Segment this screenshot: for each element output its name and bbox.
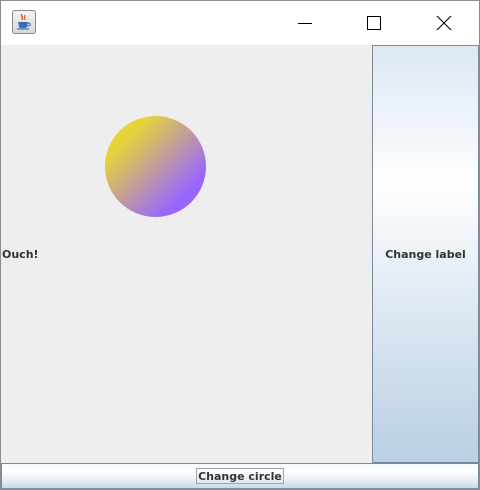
change-circle-button-text: Change circle <box>196 468 284 484</box>
gradient-circle <box>105 116 206 217</box>
minimize-icon <box>298 23 312 24</box>
change-label-button-text: Change label <box>385 247 466 261</box>
change-label-button[interactable]: Change label <box>372 45 479 463</box>
drawing-canvas[interactable]: Ouch! <box>1 45 372 463</box>
maximize-icon <box>367 16 381 30</box>
content-pane: Ouch! Change label Change circle <box>1 45 479 489</box>
title-bar[interactable] <box>1 1 479 45</box>
minimize-button[interactable] <box>282 1 328 45</box>
maximize-button[interactable] <box>351 1 397 45</box>
java-coffee-cup-icon[interactable] <box>12 10 36 34</box>
app-window: Ouch! Change label Change circle <box>0 0 480 490</box>
change-circle-button[interactable]: Change circle <box>1 463 479 489</box>
ouch-label: Ouch! <box>2 248 39 261</box>
close-button[interactable] <box>421 1 467 45</box>
close-icon <box>436 15 452 31</box>
